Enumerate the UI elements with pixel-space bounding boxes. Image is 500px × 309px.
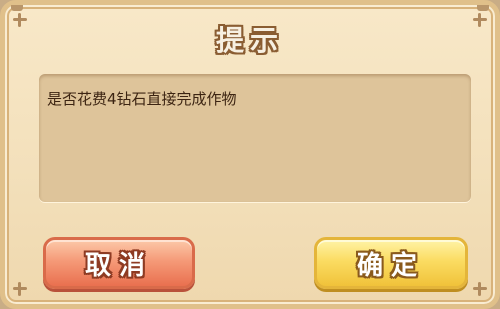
- message-text: 是否花费4钻石直接完成作物: [47, 90, 237, 108]
- message-box: 是否花费4钻石直接完成作物: [39, 74, 471, 202]
- cancel-button[interactable]: 取消: [43, 237, 195, 289]
- confirm-button[interactable]: 确定: [314, 237, 468, 289]
- corner-ornament-icon: [11, 280, 29, 298]
- dialog-title: 提示: [215, 24, 284, 57]
- dialog-panel: 提示 是否花费4钻石直接完成作物 取消 确定: [0, 0, 500, 309]
- corner-ornament-icon: [471, 280, 489, 298]
